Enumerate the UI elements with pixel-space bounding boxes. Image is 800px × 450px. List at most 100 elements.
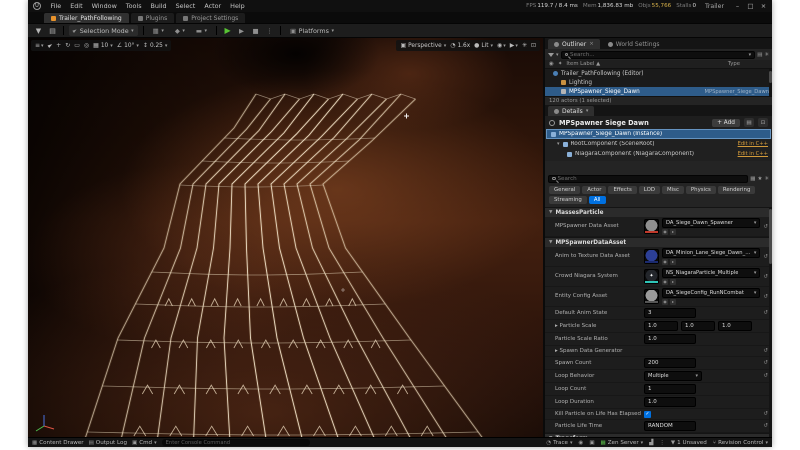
use-selected-icon[interactable]: ◉ — [662, 259, 668, 265]
use-selected-icon[interactable]: ◉ — [662, 279, 668, 285]
frame-skip-button[interactable]: ▶ — [236, 25, 247, 36]
close-button[interactable]: × — [759, 2, 768, 10]
unsaved-indicator[interactable]: ▼ 1 Unsaved — [671, 440, 707, 446]
outliner-row-trailer-pathfollowing-editor[interactable]: Trailer_PathFollowing (Editor) — [545, 69, 772, 78]
number-field[interactable]: 1 — [644, 384, 696, 394]
reset-to-default-icon[interactable]: ↺ — [763, 373, 768, 379]
reset-to-default-icon[interactable]: ↺ — [763, 310, 768, 316]
more-options-icon[interactable]: ⋮ — [659, 440, 665, 446]
use-selected-icon[interactable]: ◉ — [662, 299, 668, 305]
filter-chip-streaming[interactable]: Streaming — [549, 196, 587, 204]
expand-arrow-icon[interactable]: ▾ — [557, 141, 560, 147]
add-actor-dropdown[interactable]: ▦ ▾ — [149, 25, 168, 36]
tab-outliner[interactable]: Outliner × — [548, 39, 600, 49]
edit-in-cpp-link[interactable]: Edit in C++ — [738, 151, 768, 157]
number-field[interactable]: RANDOM — [644, 421, 696, 431]
number-field[interactable]: 200 — [644, 358, 696, 368]
number-field[interactable]: 1.0 — [644, 334, 696, 344]
outliner-settings-icon[interactable]: ✳ — [764, 52, 769, 58]
minimize-button[interactable]: – — [733, 2, 742, 10]
menu-help[interactable]: Help — [226, 2, 250, 10]
browse-to-icon[interactable]: ▸ — [670, 299, 676, 305]
reset-to-default-icon[interactable]: ↺ — [763, 411, 768, 417]
stop-button[interactable]: ■ — [250, 25, 261, 36]
console-command-input[interactable] — [161, 439, 310, 446]
outliner-row-lighting[interactable]: Lighting — [545, 78, 772, 87]
cmd-dropdown[interactable]: ▣ Cmd ▾ — [132, 440, 157, 446]
network-status-icon[interactable]: ▟ — [649, 440, 653, 446]
menu-select[interactable]: Select — [171, 2, 200, 10]
filter-chip-general[interactable]: General — [549, 186, 581, 194]
new-folder-icon[interactable]: ▤ — [757, 52, 762, 58]
revision-control-dropdown[interactable]: ⑂ Revision Control ▾ — [713, 440, 768, 446]
selection-mode-dropdown[interactable]: ► Selection Mode ▾ — [69, 25, 138, 36]
trace-dropdown[interactable]: ◔ Trace ▾ — [546, 440, 572, 446]
menu-actor[interactable]: Actor — [200, 2, 226, 10]
vector-field[interactable]: 1.0 — [681, 321, 715, 331]
close-icon[interactable]: × — [589, 41, 594, 47]
tab-details[interactable]: Details ▾ — [548, 106, 595, 116]
reset-to-default-icon[interactable]: ↺ — [763, 254, 768, 260]
number-field[interactable]: 3 — [644, 308, 696, 318]
asset-combo[interactable]: DA_Minion_Lane_Siege_Dawn_BOT ▾ — [662, 248, 761, 258]
vector-field[interactable]: 1.0 — [644, 321, 678, 331]
component-row-niagara[interactable]: NiagaraComponent (NiagaraComponent) Edit… — [545, 149, 772, 159]
outliner-row-mpspawner-siege-dawn[interactable]: MPSpawner_Siege_Dawn MPSpawner_Siege_Dawn — [545, 87, 772, 96]
play-options-icon[interactable]: ⋮ — [264, 25, 275, 36]
source-control-icon[interactable]: ▤ — [47, 25, 58, 36]
tab-plugins[interactable]: Plugins — [130, 13, 175, 23]
outliner-search-box[interactable]: ▾ — [560, 50, 756, 59]
save-icon[interactable]: ▼ — [33, 25, 44, 36]
tab-world-settings[interactable]: World Settings — [602, 39, 666, 49]
section-massesparticle[interactable]: ▼ MassesParticle — [545, 207, 772, 217]
display-options-icon[interactable]: ▦ — [750, 176, 755, 182]
blueprints-dropdown[interactable]: ◆ ▾ — [171, 25, 189, 36]
insights-icon[interactable]: ◉ — [579, 440, 584, 446]
checkbox-checked[interactable]: ✓ — [644, 410, 651, 418]
reset-to-default-icon[interactable]: ↺ — [763, 294, 768, 300]
filter-chip-misc[interactable]: Misc — [661, 186, 684, 194]
reset-to-default-icon[interactable]: ↺ — [763, 360, 768, 366]
tab-trailer-pathfollowing[interactable]: Trailer_PathFollowing — [44, 13, 129, 23]
menu-file[interactable]: File — [46, 2, 66, 10]
filter-chip-lod[interactable]: LOD — [638, 186, 660, 194]
outliner-scrollbar[interactable] — [769, 69, 772, 96]
dropdown-field[interactable]: Multiple ▾ — [644, 371, 702, 381]
browse-to-icon[interactable]: ▸ — [670, 279, 676, 285]
play-button[interactable]: ▶ — [222, 25, 233, 36]
snapshot-icon[interactable]: ▣ — [589, 440, 594, 446]
number-field[interactable]: 1.0 — [644, 397, 696, 407]
menu-build[interactable]: Build — [146, 2, 171, 10]
asset-combo[interactable]: DA_Siege_Dawn_Spawner ▾ — [662, 218, 761, 228]
browse-to-icon[interactable]: ▸ — [670, 259, 676, 265]
output-log-button[interactable]: ▤ Output Log — [89, 440, 127, 446]
asset-thumbnail[interactable]: ✦ — [644, 269, 659, 284]
filter-chip-all[interactable]: All — [588, 196, 606, 204]
filter-funnel-icon[interactable] — [548, 52, 554, 57]
filter-chip-physics[interactable]: Physics — [685, 186, 716, 194]
details-scrollbar[interactable] — [769, 207, 772, 437]
use-selected-icon[interactable]: ◉ — [662, 229, 668, 235]
asset-thumbnail[interactable] — [644, 289, 659, 304]
asset-combo[interactable]: DA_SiegeConfig_RunNCombat ▾ — [662, 288, 761, 298]
details-expand-icon[interactable]: ⊡ — [758, 118, 768, 127]
browse-to-icon[interactable]: ▸ — [670, 229, 676, 235]
filter-chip-effects[interactable]: Effects — [608, 186, 637, 194]
level-viewport[interactable]: ≡ ▾ ► + ↻ ▭ ◎ ▦ 10 ▾ ∠ 10° ▾ ↕ 0.25 ▾ ▣ Perspect… — [28, 38, 543, 437]
menu-window[interactable]: Window — [87, 2, 121, 10]
details-search-input[interactable] — [557, 175, 745, 182]
asset-thumbnail[interactable] — [644, 249, 659, 264]
menu-tools[interactable]: Tools — [121, 2, 146, 10]
details-view-options-icon[interactable]: ▤ — [744, 118, 754, 127]
details-search-box[interactable] — [548, 174, 749, 183]
reset-to-default-icon[interactable]: ↺ — [763, 224, 768, 230]
menu-edit[interactable]: Edit — [66, 2, 87, 10]
filter-chip-actor[interactable]: Actor — [582, 186, 607, 194]
tab-project-settings[interactable]: Project Settings — [176, 13, 246, 23]
platforms-dropdown[interactable]: ▣ Platforms ▾ — [286, 25, 338, 36]
section-mpspawnerdataasset[interactable]: ▼ MPSpawnerDataAsset — [545, 237, 772, 247]
asset-combo[interactable]: NS_NiagaraParticle_Multiple ▾ — [662, 268, 761, 278]
favorites-icon[interactable]: ★ — [757, 176, 762, 182]
component-row-root[interactable]: ▾ RootComponent (SceneRoot) Edit in C++ — [545, 139, 772, 149]
edit-in-cpp-link[interactable]: Edit in C++ — [738, 141, 768, 147]
